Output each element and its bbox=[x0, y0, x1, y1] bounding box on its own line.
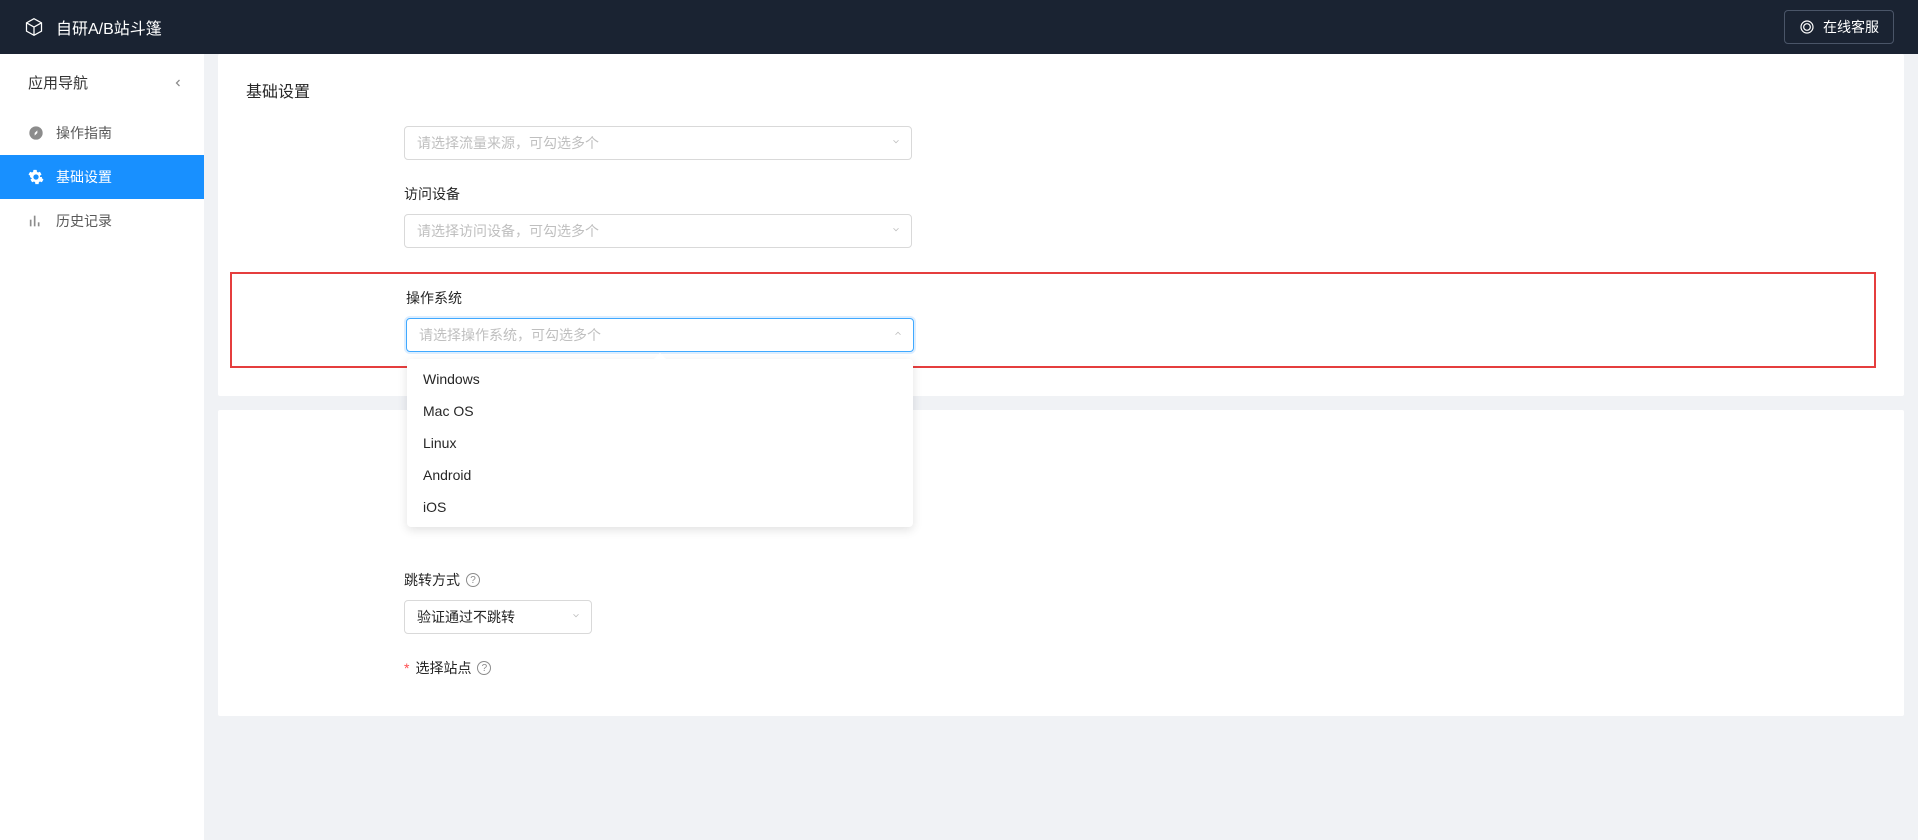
app-title: 自研A/B站斗篷 bbox=[56, 15, 162, 39]
site-group: * 选择站点 ? bbox=[404, 658, 1876, 678]
os-option-android[interactable]: Android bbox=[407, 459, 913, 491]
select-placeholder: 请选择访问设备，可勾选多个 bbox=[417, 221, 599, 241]
online-support-button[interactable]: 在线客服 bbox=[1784, 10, 1894, 44]
sidebar-item-label: 基础设置 bbox=[56, 167, 112, 187]
device-select[interactable]: 请选择访问设备，可勾选多个 bbox=[404, 214, 912, 248]
traffic-source-group: 请选择流量来源，可勾选多个 bbox=[246, 126, 1876, 160]
device-label: 访问设备 bbox=[404, 184, 1876, 204]
chevron-down-icon bbox=[891, 225, 901, 238]
os-dropdown: Windows Mac OS Linux Android iOS bbox=[407, 359, 913, 527]
sidebar-item-label: 历史记录 bbox=[56, 211, 112, 231]
traffic-source-select[interactable]: 请选择流量来源，可勾选多个 bbox=[404, 126, 912, 160]
help-icon[interactable]: ? bbox=[477, 661, 491, 675]
sidebar-header: 应用导航 bbox=[0, 54, 204, 111]
select-placeholder: 请选择流量来源，可勾选多个 bbox=[417, 133, 599, 153]
cube-icon bbox=[24, 17, 44, 37]
chevron-down-icon bbox=[571, 611, 581, 624]
select-placeholder: 请选择操作系统，可勾选多个 bbox=[419, 325, 601, 345]
sidebar-item-history[interactable]: 历史记录 bbox=[0, 199, 204, 243]
os-option-macos[interactable]: Mac OS bbox=[407, 395, 913, 427]
sidebar-item-label: 操作指南 bbox=[56, 123, 112, 143]
os-label: 操作系统 bbox=[406, 288, 1860, 308]
device-group: 访问设备 请选择访问设备，可勾选多个 bbox=[246, 184, 1876, 248]
help-icon[interactable]: ? bbox=[466, 573, 480, 587]
required-marker: * bbox=[404, 660, 409, 676]
chevron-left-icon[interactable] bbox=[172, 77, 184, 89]
compass-icon bbox=[28, 125, 44, 141]
os-option-linux[interactable]: Linux bbox=[407, 427, 913, 459]
support-label: 在线客服 bbox=[1823, 17, 1879, 37]
app-header: 自研A/B站斗篷 在线客服 bbox=[0, 0, 1918, 54]
chart-icon bbox=[28, 213, 44, 229]
os-group: 操作系统 请选择操作系统，可勾选多个 Windows Mac OS bbox=[232, 288, 1860, 352]
gear-icon bbox=[28, 169, 44, 185]
headset-icon bbox=[1799, 19, 1815, 35]
chevron-down-icon bbox=[891, 137, 901, 150]
redirect-group: 跳转方式 ? 验证通过不跳转 bbox=[404, 570, 1876, 634]
os-select[interactable]: 请选择操作系统，可勾选多个 Windows Mac OS Linux And bbox=[406, 318, 914, 352]
site-label: * 选择站点 ? bbox=[404, 658, 1876, 678]
main-content: 基础设置 请选择流量来源，可勾选多个 访问设备 请 bbox=[204, 54, 1918, 840]
chevron-up-icon bbox=[893, 329, 903, 342]
header-left: 自研A/B站斗篷 bbox=[24, 15, 162, 39]
sidebar-title: 应用导航 bbox=[28, 72, 88, 93]
redirect-select[interactable]: 验证通过不跳转 bbox=[404, 600, 592, 634]
os-option-ios[interactable]: iOS bbox=[407, 491, 913, 523]
os-highlight-box: 操作系统 请选择操作系统，可勾选多个 Windows Mac OS bbox=[230, 272, 1876, 368]
redirect-label: 跳转方式 ? bbox=[404, 570, 1876, 590]
sidebar-item-guide[interactable]: 操作指南 bbox=[0, 111, 204, 155]
select-value: 验证通过不跳转 bbox=[417, 607, 515, 627]
sidebar-item-settings[interactable]: 基础设置 bbox=[0, 155, 204, 199]
sidebar: 应用导航 操作指南 基础设置 bbox=[0, 54, 204, 840]
os-option-windows[interactable]: Windows bbox=[407, 363, 913, 395]
section-title: 基础设置 bbox=[218, 54, 1904, 114]
settings-card: 基础设置 请选择流量来源，可勾选多个 访问设备 请 bbox=[218, 54, 1904, 396]
